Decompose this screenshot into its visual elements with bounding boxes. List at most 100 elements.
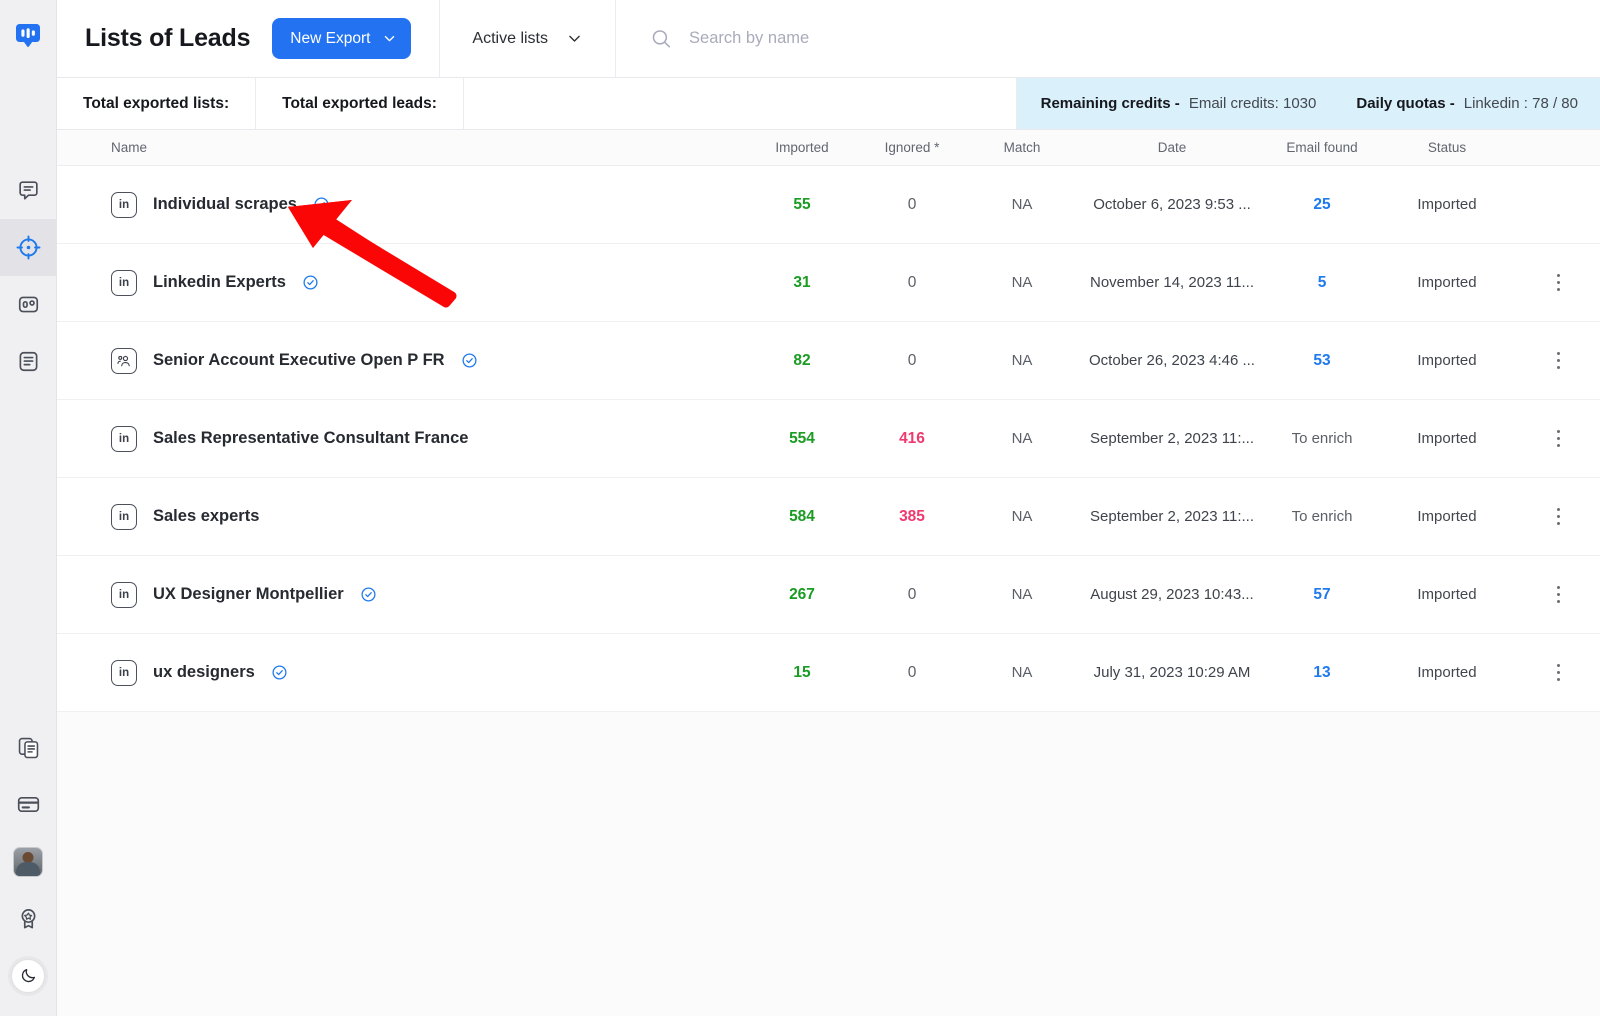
verified-check-icon	[302, 274, 319, 291]
sidebar-item-profile[interactable]	[0, 833, 57, 890]
cell-match: NA	[967, 196, 1077, 214]
cell-actions	[1517, 580, 1600, 609]
status-badge: Imported	[1417, 507, 1477, 525]
credits-banner: Remaining credits - Email credits: 1030 …	[1016, 78, 1600, 129]
cell-email-found[interactable]: 5	[1267, 274, 1377, 292]
match-value: NA	[1011, 585, 1033, 603]
row-actions-menu[interactable]	[1551, 658, 1566, 687]
imported-value: 267	[789, 585, 815, 603]
main-area: Lists of Leads New Export Active lists S…	[57, 0, 1600, 1016]
row-actions-menu[interactable]	[1551, 346, 1566, 375]
cell-date: July 31, 2023 10:29 AM	[1077, 664, 1267, 682]
cell-ignored: 0	[857, 352, 967, 370]
date-value: September 2, 2023 11:...	[1090, 507, 1254, 525]
status-badge: Imported	[1417, 429, 1477, 447]
table-row[interactable]: in ux designers 15 0 NA July 31, 2023 10:29 A…	[57, 634, 1600, 712]
cell-status: Imported	[1377, 274, 1517, 292]
new-export-button[interactable]: New Export	[272, 18, 412, 59]
cell-email-found[interactable]: 13	[1267, 664, 1377, 682]
table-row[interactable]: in Sales Representative Consultant France…	[57, 400, 1600, 478]
cell-email-found[interactable]: 53	[1267, 352, 1377, 370]
table-row[interactable]: in Sales experts 584 385 NA September 2, 2023…	[57, 478, 1600, 556]
cell-match: NA	[967, 586, 1077, 604]
avatar-body	[16, 861, 40, 876]
list-name: Linkedin Experts	[153, 273, 286, 291]
cell-date: September 2, 2023 11:...	[1077, 508, 1267, 526]
cell-name[interactable]: Senior Account Executive Open P FR	[57, 347, 747, 374]
total-exported-lists: Total exported lists:	[57, 78, 257, 129]
sidebar-item-exports[interactable]	[0, 719, 57, 776]
ignored-value: 0	[907, 351, 917, 369]
daily-quotas-value: Linkedin : 78 / 80	[1463, 95, 1578, 112]
sidebar-item-stats[interactable]	[0, 276, 57, 333]
search-container	[616, 0, 1600, 77]
sidebar-item-rewards[interactable]	[0, 890, 57, 947]
cell-imported: 554	[747, 430, 857, 448]
row-actions-menu[interactable]	[1551, 580, 1566, 609]
email-found-value: 5	[1317, 273, 1327, 291]
cell-name[interactable]: in ux designers	[57, 659, 747, 686]
status-badge: Imported	[1417, 195, 1477, 213]
table-row[interactable]: in Linkedin Experts 31 0 NA November 14, 2023…	[57, 244, 1600, 322]
dot	[1556, 599, 1561, 604]
dot	[1556, 663, 1561, 668]
cell-email-found[interactable]: 25	[1267, 196, 1377, 214]
row-actions-menu[interactable]	[1551, 268, 1566, 297]
sidebar-item-lists-of-leads[interactable]	[0, 219, 57, 276]
avatar	[13, 846, 43, 877]
counter-box-icon	[18, 296, 38, 313]
list-name: Individual scrapes	[153, 195, 297, 213]
remaining-credits-value: Email credits: 1030	[1188, 95, 1317, 112]
row-actions-menu[interactable]	[1551, 424, 1566, 453]
match-value: NA	[1011, 507, 1033, 525]
table-row[interactable]: in Individual scrapes 55 0 NA October 6, 2023…	[57, 166, 1600, 244]
sidebar-item-messages[interactable]	[0, 162, 57, 219]
chevron-down-icon	[385, 35, 395, 42]
message-icon	[18, 181, 38, 200]
dark-mode-toggle[interactable]	[11, 958, 45, 993]
table-row[interactable]: in UX Designer Montpellier 267 0 NA August 29…	[57, 556, 1600, 634]
sidebar-item-billing[interactable]	[0, 776, 57, 833]
remaining-credits-label: Remaining credits -	[1040, 95, 1180, 112]
email-found-value: 53	[1313, 351, 1331, 369]
cell-actions	[1517, 658, 1600, 687]
linkedin-icon: in	[111, 191, 137, 218]
cell-ignored: 0	[857, 664, 967, 682]
status-badge: Imported	[1417, 273, 1477, 291]
sidebar-item-theme-toggle[interactable]	[0, 947, 57, 1004]
dot	[1556, 429, 1561, 434]
cell-match: NA	[967, 430, 1077, 448]
cell-name[interactable]: in UX Designer Montpellier	[57, 581, 747, 608]
cell-name[interactable]: in Individual scrapes	[57, 191, 747, 218]
linkedin-icon: in	[111, 425, 137, 452]
cell-name[interactable]: in Linkedin Experts	[57, 269, 747, 296]
imported-value: 584	[789, 507, 815, 525]
cell-ignored: 0	[857, 274, 967, 292]
cell-ignored: 416	[857, 430, 967, 448]
table-row[interactable]: Senior Account Executive Open P FR 82 0 NA O…	[57, 322, 1600, 400]
dot	[1556, 677, 1561, 682]
moon-icon	[21, 968, 35, 983]
verified-check-icon	[360, 586, 377, 603]
cell-status: Imported	[1377, 430, 1517, 448]
cell-match: NA	[967, 274, 1077, 292]
dot	[1556, 351, 1561, 356]
cell-ignored: 0	[857, 586, 967, 604]
cell-name[interactable]: in Sales Representative Consultant France	[57, 425, 747, 452]
active-lists-filter[interactable]: Active lists	[440, 0, 616, 77]
list-name: Senior Account Executive Open P FR	[153, 351, 445, 369]
app-root: Lists of Leads New Export Active lists S…	[0, 0, 1600, 1016]
row-actions-menu[interactable]	[1551, 502, 1566, 531]
app-logo[interactable]	[0, 0, 57, 72]
cell-name[interactable]: in Sales experts	[57, 503, 747, 530]
dot	[1556, 514, 1561, 519]
ignored-value: 416	[899, 429, 925, 447]
cell-match: NA	[967, 352, 1077, 370]
cell-email-found: To enrich	[1267, 508, 1377, 526]
cell-email-found[interactable]: 57	[1267, 586, 1377, 604]
document-list-icon	[19, 351, 37, 372]
dot	[1556, 521, 1561, 526]
sidebar-item-templates[interactable]	[0, 333, 57, 390]
dot	[1556, 592, 1561, 597]
search-input[interactable]	[689, 29, 1566, 48]
